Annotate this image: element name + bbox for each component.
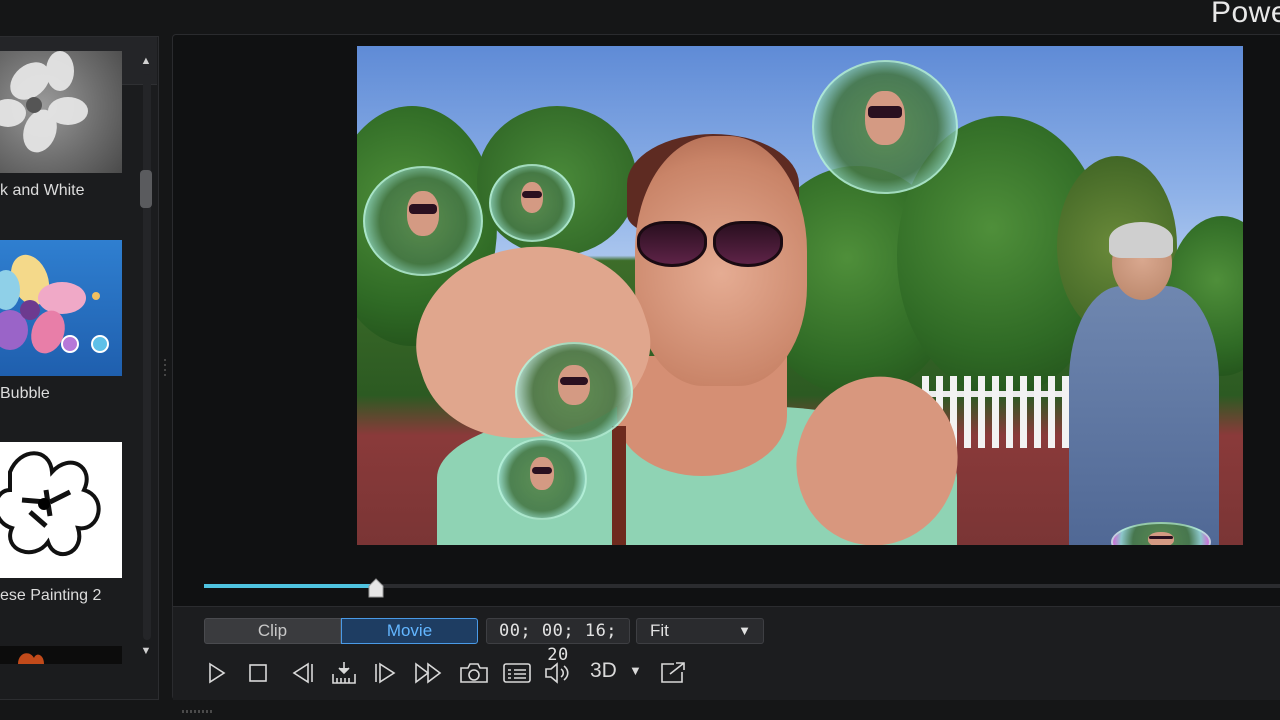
effect-thumbnail-black-and-white[interactable]	[0, 51, 122, 173]
external-window-icon	[661, 662, 685, 683]
fast-forward-button[interactable]	[414, 658, 444, 688]
timecode-display[interactable]: 00; 00; 16; 20	[486, 618, 630, 665]
pinwheel-icon	[0, 51, 88, 153]
timeline-progress-fill	[204, 584, 376, 588]
split-button[interactable]	[329, 658, 359, 688]
dropdown-arrow-icon[interactable]: ▼	[629, 663, 642, 678]
ink-flower-icon	[0, 451, 101, 557]
snapshot-icon	[460, 663, 488, 683]
zoom-select-value: Fit	[650, 621, 669, 640]
timeline-scrubber-thumb[interactable]	[367, 578, 385, 598]
effect-label: k and White	[0, 182, 85, 199]
volume-icon	[545, 662, 569, 684]
effect-label: ese Painting 2	[0, 587, 102, 604]
resize-grip[interactable]	[182, 710, 212, 713]
dropdown-arrow-icon: ▼	[738, 623, 751, 638]
colorful-pinwheel-icon	[0, 254, 109, 354]
zoom-select[interactable]: Fit ▼	[636, 618, 764, 644]
subtitles-button[interactable]	[502, 658, 532, 688]
subtitles-icon	[503, 663, 531, 683]
effect-thumbnail-partial[interactable]	[0, 646, 122, 664]
effect-thumbnail-bubble[interactable]	[0, 240, 122, 376]
scrollbar-track[interactable]	[143, 74, 151, 640]
panel-splitter-handle[interactable]	[163, 356, 167, 384]
external-window-button[interactable]	[658, 658, 688, 688]
snapshot-button[interactable]	[459, 658, 489, 688]
movie-mode-button[interactable]: Movie	[341, 618, 478, 644]
app-title: Powe	[1210, 0, 1280, 29]
play-button[interactable]	[201, 658, 231, 688]
3d-mode-button[interactable]: 3D	[590, 659, 617, 683]
previous-frame-button[interactable]	[287, 658, 317, 688]
scrollbar-thumb[interactable]	[140, 170, 152, 208]
fire-icon	[18, 653, 44, 664]
play-icon	[209, 662, 226, 684]
clip-mode-button[interactable]: Clip	[204, 618, 341, 644]
volume-button[interactable]	[543, 658, 573, 688]
fast-forward-icon	[415, 662, 442, 684]
scroll-down-arrow-icon[interactable]: ▼	[140, 644, 152, 658]
scroll-up-arrow-icon[interactable]: ▲	[140, 54, 152, 68]
stop-button[interactable]	[243, 658, 273, 688]
effect-thumbnail-chinese-painting[interactable]	[0, 442, 122, 578]
next-frame-icon	[375, 662, 396, 684]
stop-icon	[249, 664, 267, 682]
next-frame-button[interactable]	[371, 658, 401, 688]
effect-label: Bubble	[0, 385, 50, 402]
prev-frame-icon	[292, 662, 313, 684]
video-preview[interactable]	[357, 46, 1243, 545]
split-icon	[332, 662, 356, 684]
